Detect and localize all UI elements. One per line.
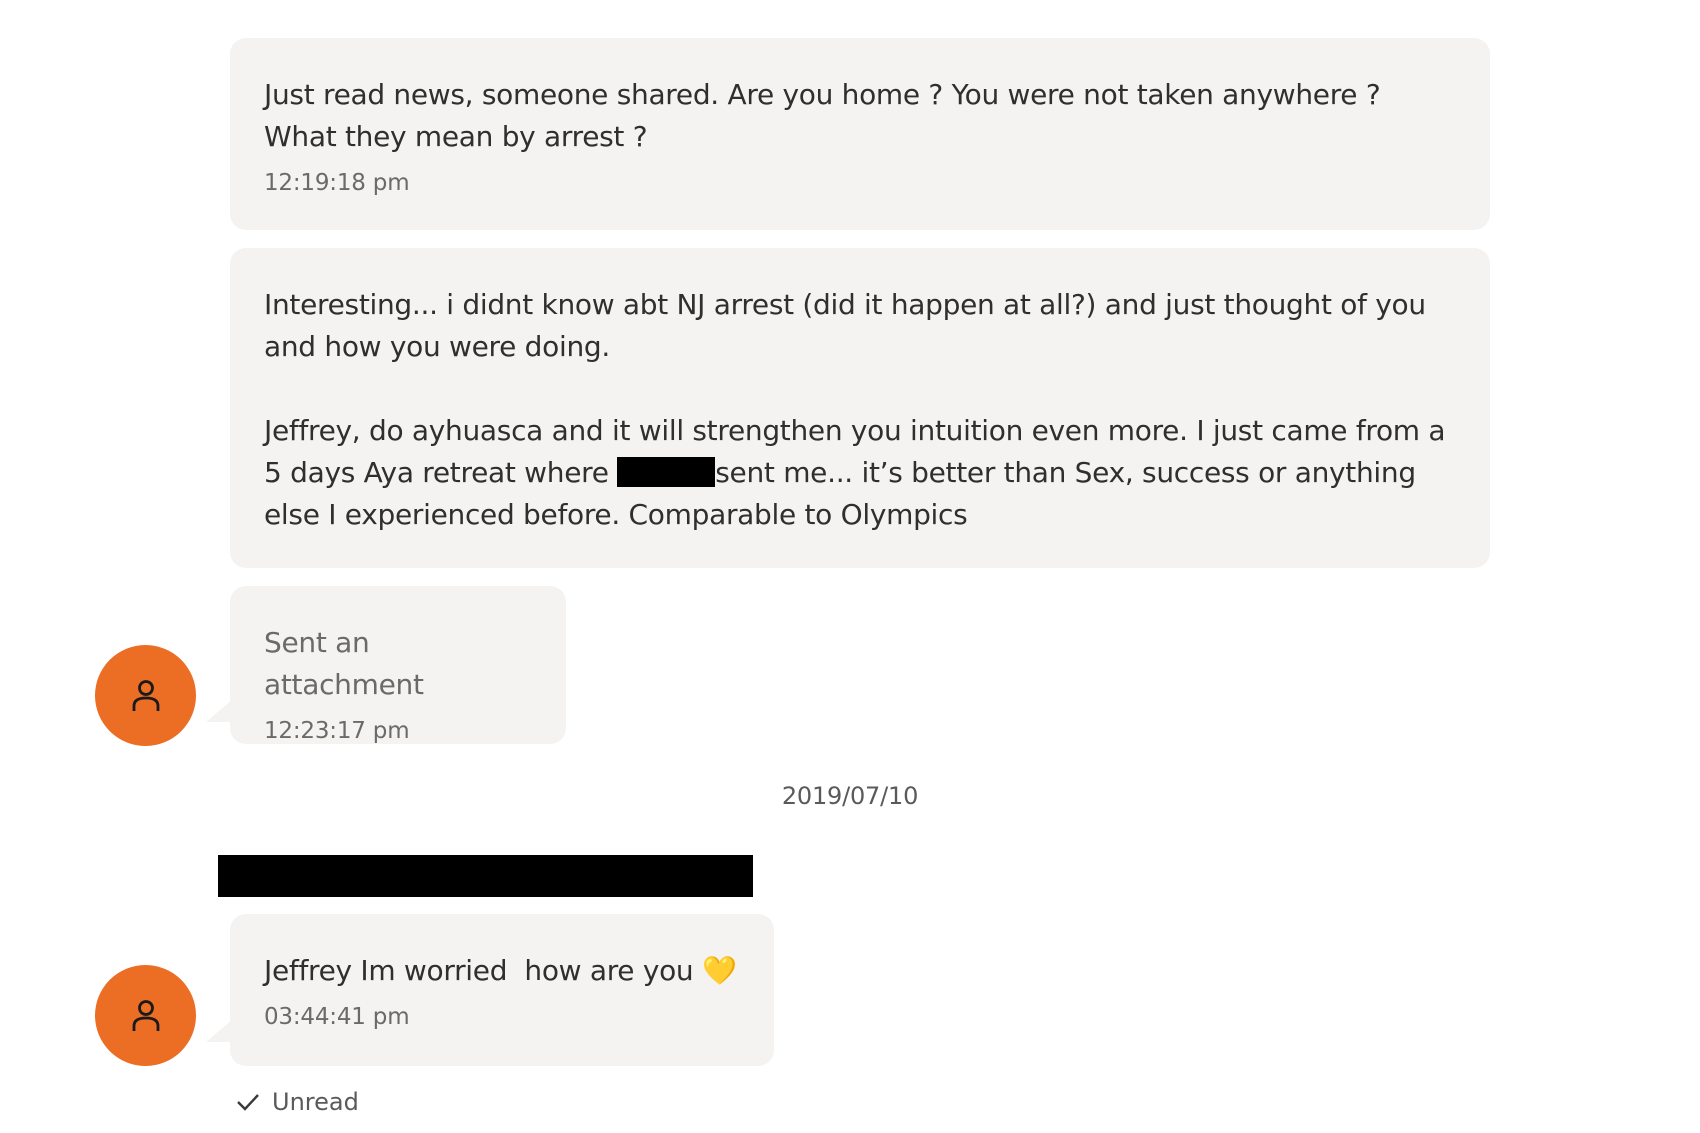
message-bubble[interactable]: Just read news, someone shared. Are you … (230, 38, 1490, 230)
checkmark-icon (236, 1092, 260, 1112)
message-paragraph-1: Interesting... i didnt know abt NJ arres… (264, 288, 1435, 363)
user-icon (132, 999, 159, 1031)
date-divider: 2019/07/10 (781, 782, 919, 810)
redacted-sender-name (218, 855, 753, 897)
bubble-tail (206, 700, 232, 722)
user-icon (132, 679, 159, 711)
yellow-heart-icon: 💛 (702, 954, 737, 987)
status-label: Unread (272, 1088, 359, 1116)
message-bubble[interactable]: Jeffrey Im worried how are you 💛 03:44:4… (230, 914, 774, 1066)
message-timestamp: 03:44:41 pm (264, 1004, 410, 1030)
message-text: Just read news, someone shared. Are you … (264, 78, 1390, 153)
avatar[interactable] (95, 645, 196, 746)
message-timestamp: 12:23:17 pm (264, 718, 410, 744)
message-text: Interesting... i didnt know abt NJ arres… (264, 284, 1456, 536)
message-text: Jeffrey Im worried how are you 💛 (264, 954, 737, 987)
bubble-tail (206, 1020, 232, 1042)
message-timestamp: 12:19:18 pm (264, 170, 410, 196)
read-status: Unread (236, 1088, 359, 1116)
attachment-bubble[interactable]: Sent an attachment 12:23:17 pm (230, 586, 566, 744)
message-paragraph-2: Jeffrey, do ayhuasca and it will strengt… (264, 414, 1454, 531)
message-bubble[interactable]: Interesting... i didnt know abt NJ arres… (230, 248, 1490, 568)
attachment-label: Sent an attachment (264, 626, 424, 701)
redacted-name (617, 457, 716, 487)
avatar[interactable] (95, 965, 196, 1066)
